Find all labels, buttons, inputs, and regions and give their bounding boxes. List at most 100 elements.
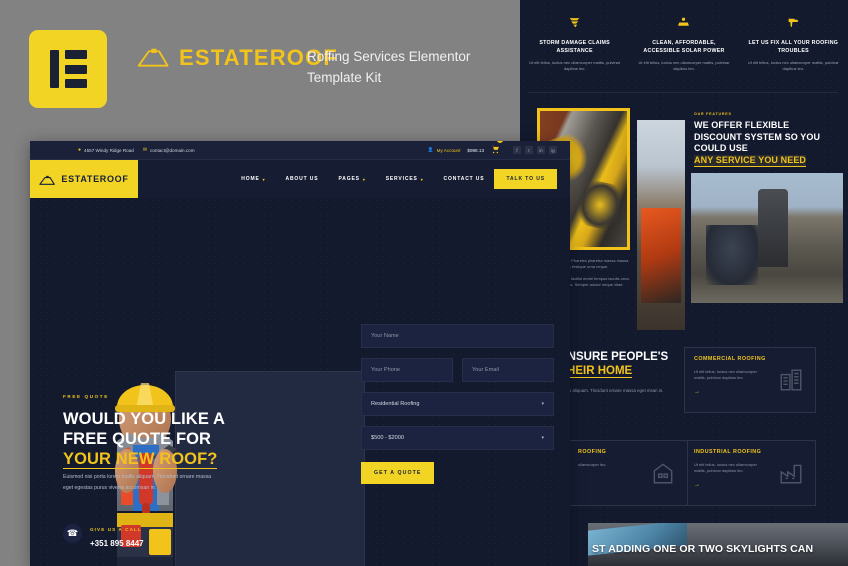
my-account-link[interactable]: 👤 My Account: [428, 147, 460, 153]
service-card-title: ROOFING: [578, 449, 607, 455]
screenshot-stage: STORM DAMAGE CLAIMS ASSISTANCE Ut elit t…: [0, 0, 848, 566]
service-card-commercial[interactable]: COMMERCIAL ROOFING Ut elit tellus, luctu…: [684, 347, 816, 413]
chevron-down-icon: ▾: [362, 176, 366, 182]
ensure-heading-highlight: THEIR HOME: [560, 365, 633, 378]
tornado-icon: [526, 14, 623, 34]
instagram-icon[interactable]: ig: [549, 146, 557, 154]
discount-line-2: DISCOUNT SYSTEM SO YOU: [694, 131, 821, 142]
twitter-icon[interactable]: t: [525, 146, 533, 154]
utility-bar: ● 4557 Windy Ridge Road ✉ contact@domain…: [30, 141, 570, 160]
kit-title: Roffing Services Elementor Template Kit: [307, 49, 471, 85]
section-divider: [528, 92, 838, 93]
solar-panel-icon: [635, 14, 732, 34]
utility-contact-group: ● 4557 Windy Ridge Road ✉ contact@domain…: [78, 147, 195, 153]
service-card-title: COMMERCIAL ROOFING: [694, 356, 766, 362]
nav-item-about-us[interactable]: ABOUT US: [286, 176, 319, 182]
discount-heading: WE OFFER FLEXIBLE DISCOUNT SYSTEM SO YOU…: [694, 120, 844, 167]
linkedin-icon[interactable]: in: [537, 146, 545, 154]
email-input[interactable]: Your Email: [462, 358, 554, 382]
discount-eyebrow: OUR FEATURES: [694, 112, 732, 116]
kit-header-bar: ESTATEROOF Roffing Services Elementor Te…: [0, 0, 520, 135]
address-item: ● 4557 Windy Ridge Road: [78, 147, 134, 153]
office-building-icon: [778, 367, 804, 393]
feature-card[interactable]: LET US FIX ALL YOUR ROOFING TROUBLES Ut …: [739, 14, 848, 72]
service-card-industrial[interactable]: INDUSTRIAL ROOFING Ut elit tellus, luctu…: [684, 440, 816, 506]
feature-card[interactable]: CLEAN, AFFORDABLE, ACCESSIBLE SOLAR POWE…: [629, 14, 738, 72]
social-links: f t in ig: [513, 146, 557, 154]
feature-title: STORM DAMAGE CLAIMS ASSISTANCE: [539, 40, 610, 54]
hero-heading-line1: WOULD YOU LIKE A: [63, 410, 226, 428]
call-number: +351 895 8447: [90, 539, 144, 548]
address-text: 4557 Windy Ridge Road: [84, 147, 134, 153]
chevron-down-icon: ▾: [420, 176, 424, 182]
utility-account-group: 👤 My Account $998.13 f t in ig: [428, 141, 557, 159]
hero-heading: WOULD YOU LIKE A FREE QUOTE FOR YOUR NEW…: [63, 409, 238, 469]
service-select[interactable]: Residential Roofing ▾: [361, 392, 554, 416]
service-card-body: Ut elit tellus, luctus nec ullamcorper m…: [694, 462, 757, 474]
envelope-icon: ✉: [142, 147, 148, 153]
location-pin-icon: ●: [78, 147, 82, 153]
ensure-heading-part1: ENSURE PEOPLE'S: [560, 351, 669, 363]
elementor-logo-icon: [29, 30, 107, 108]
hero-paragraph: Euismod nisi porta lorem mollis aliquam.…: [63, 474, 212, 491]
nav-label: HOME: [241, 176, 260, 182]
nav-label: PAGES: [338, 176, 360, 182]
service-card-title: INDUSTRIAL ROOFING: [694, 449, 762, 455]
chevron-down-icon: ▾: [541, 401, 544, 407]
service-card-body: Ut elit tellus, luctus nec ullamcorper m…: [694, 369, 757, 381]
quote-form: Your Name Your Phone Your Email Resident…: [361, 324, 554, 484]
email-item[interactable]: ✉ contact@domain.com: [143, 147, 195, 153]
call-label: GIVE US A CALL: [90, 527, 142, 532]
hero-heading-highlight: YOUR NEW ROOF?: [63, 450, 218, 469]
site-logo-text: ESTATEROOF: [61, 174, 129, 184]
cart-badge: [497, 141, 503, 143]
discount-highlight: ANY SERVICE YOU NEED: [694, 154, 807, 167]
house-icon: [650, 460, 676, 486]
cart-total: $998.13: [467, 147, 484, 153]
nav-label: CONTACT US: [443, 176, 485, 182]
facebook-icon[interactable]: f: [513, 146, 521, 154]
email-text: contact@domain.com: [150, 147, 195, 153]
service-select-value: Residential Roofing: [371, 401, 420, 407]
name-input[interactable]: Your Name: [361, 324, 554, 348]
call-us-block[interactable]: ☎ GIVE US A CALL +351 895 8447: [63, 518, 144, 548]
feature-card[interactable]: STORM DAMAGE CLAIMS ASSISTANCE Ut elit t…: [520, 14, 629, 72]
factory-icon: [778, 460, 804, 486]
cart-icon[interactable]: [491, 141, 503, 159]
discount-line-1: WE OFFER FLEXIBLE: [694, 120, 790, 130]
budget-select-value: $500 - $2000: [371, 435, 404, 441]
nav-item-contact-us[interactable]: CONTACT US: [444, 176, 485, 182]
phone-input[interactable]: Your Phone: [361, 358, 453, 382]
service-card-residential[interactable]: ROOFING ullamcorper leo.: [568, 440, 688, 506]
user-icon: 👤: [427, 147, 434, 152]
feature-body: Ut elit tellus, luctus nec ullamcorper m…: [747, 60, 839, 71]
nav-item-services[interactable]: SERVICES ▾: [386, 176, 424, 182]
site-logo[interactable]: ESTATEROOF: [30, 160, 138, 198]
nav-label: ABOUT US: [285, 176, 319, 182]
talk-to-us-button[interactable]: TALK TO US: [494, 169, 557, 189]
main-navigation: ESTATEROOF HOME ▾ ABOUT US PAGES ▾ SERVI…: [30, 160, 570, 198]
chevron-down-icon: ▾: [262, 176, 266, 182]
skylight-heading: ST ADDING ONE OR TWO SKYLIGHTS CAN: [592, 543, 814, 555]
nav-label: SERVICES: [385, 176, 418, 182]
roof-logo-icon: [39, 174, 56, 186]
budget-select[interactable]: $500 - $2000 ▾: [361, 426, 554, 450]
worker-photo-secondary: [637, 120, 685, 330]
phone-icon: ☎: [63, 523, 82, 543]
hero-heading-line2: FREE QUOTE FOR: [63, 430, 212, 448]
nav-item-pages[interactable]: PAGES ▾: [338, 176, 365, 182]
roof-vent-photo: [691, 173, 843, 303]
hero-section: FREE QUOTE WOULD YOU LIKE A FREE QUOTE F…: [30, 198, 570, 566]
roof-logo-icon: [137, 47, 171, 69]
feature-body: Ut elit tellus, luctus nec ullamcorper m…: [638, 60, 730, 71]
main-template-preview: ● 4557 Windy Ridge Road ✉ contact@domain…: [30, 141, 570, 566]
service-card-body: ullamcorper leo.: [578, 462, 607, 467]
nav-item-home[interactable]: HOME ▾: [241, 176, 265, 182]
ensure-body: mollis aliquam. Tincidunt ornare massa e…: [560, 388, 664, 393]
feature-title: CLEAN, AFFORDABLE, ACCESSIBLE SOLAR POWE…: [643, 40, 725, 54]
feature-body: Ut elit tellus, luctus nec ullamcorper m…: [529, 60, 621, 71]
nav-menu: HOME ▾ ABOUT US PAGES ▾ SERVICES ▾ CONTA…: [241, 176, 484, 182]
phone-email-row: Your Phone Your Email: [361, 358, 554, 382]
get-a-quote-button[interactable]: GET A QUOTE: [361, 462, 435, 484]
drill-icon: [745, 14, 842, 34]
